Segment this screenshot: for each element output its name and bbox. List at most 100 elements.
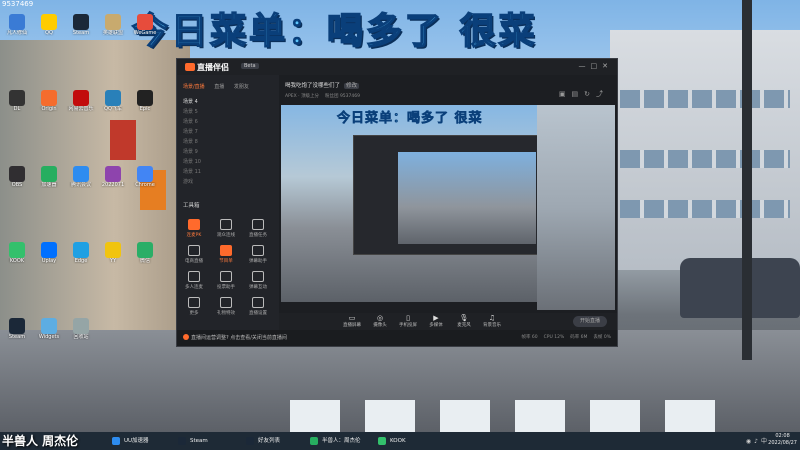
desktop-icon-label: Uplay: [41, 258, 57, 264]
toolbox-item[interactable]: 礼物特效: [213, 297, 239, 316]
start-live-button[interactable]: 开始直播: [573, 316, 607, 327]
desktop-icon[interactable]: QQ: [34, 14, 64, 36]
tool-label: 节目单: [219, 259, 233, 264]
tab-live[interactable]: 直播: [214, 84, 224, 90]
windows-taskbar: UU加速器 Steam 好友列表 半兽人：周杰伦 KOOK ◉♪中 02:08 2022/…: [0, 432, 800, 450]
toolbox-item[interactable]: 更多: [181, 297, 207, 316]
desktop-icon[interactable]: 英雄联盟: [98, 14, 128, 36]
desktop-icon[interactable]: Origin: [34, 90, 64, 112]
room-category[interactable]: APEX · 顶级上分: [285, 94, 319, 99]
desktop-icon-label: 网易云音乐: [68, 106, 94, 112]
wallpaper-crosswalk: [665, 400, 715, 432]
tab-share[interactable]: 发朋友: [234, 84, 249, 90]
desktop-icon[interactable]: Steam: [2, 318, 32, 340]
desktop-icon[interactable]: KOOK: [2, 242, 32, 264]
desktop-icon[interactable]: 微信: [130, 242, 160, 264]
desktop-icon[interactable]: Uplay: [34, 242, 64, 264]
scene-item[interactable]: 场景 6: [183, 117, 273, 127]
desktop-icon-label: KOOK: [9, 258, 25, 264]
desktop-icon[interactable]: DL: [2, 90, 32, 112]
taskbar-app[interactable]: 半兽人：周杰伦: [310, 435, 361, 447]
app-name: 直播伴侣: [197, 63, 229, 72]
desktop-icon[interactable]: WeGame: [130, 14, 160, 36]
toolbox-item[interactable]: 弹幕助手: [245, 245, 271, 264]
desktop-icon-label: WeGame: [133, 30, 157, 36]
desktop-icon-label: Edge: [74, 258, 88, 264]
tool-label: 观众连线: [217, 233, 235, 238]
desktop-icon-label: Chrome: [135, 182, 155, 188]
network-icon[interactable]: ◉: [746, 438, 754, 445]
desktop-icon[interactable]: QQ飞车: [98, 90, 128, 112]
app-sidebar: 场景/直播 直播 发朋友 场景 4 场景 5 场景 6 场景 7 场景 8 场景 9 场景 …: [177, 75, 279, 330]
tool-icon: [220, 297, 232, 308]
toolbox-item[interactable]: 弹幕互动: [245, 271, 271, 290]
desktop-icon[interactable]: Chrome: [130, 166, 160, 188]
share-icon[interactable]: ⤴: [596, 90, 609, 98]
layout-icon[interactable]: ▣: [559, 90, 572, 98]
taskbar-app[interactable]: 好友列表: [246, 435, 280, 447]
desktop-icon[interactable]: Epic: [130, 90, 160, 112]
lock-icon[interactable]: ▤: [572, 90, 585, 98]
desktop-icon[interactable]: 加速器: [34, 166, 64, 188]
desktop-icon[interactable]: YY: [98, 242, 128, 264]
toolbox-item[interactable]: 节目单: [213, 245, 239, 264]
source-control[interactable]: ◎ 摄像头: [367, 314, 393, 328]
scene-item[interactable]: 游戏: [183, 177, 273, 187]
taskbar-app[interactable]: KOOK: [378, 435, 406, 447]
taskbar-app[interactable]: Steam: [178, 435, 208, 447]
taskbar-clock[interactable]: 02:08 2022/08/27: [768, 433, 797, 447]
source-control[interactable]: ♫ 背景音乐: [479, 314, 505, 328]
preview-overlay-title: 今日菜单：喝多了 很菜: [337, 111, 483, 127]
maximize-icon[interactable]: □: [591, 62, 603, 70]
volume-icon[interactable]: ♪: [754, 438, 761, 445]
source-control[interactable]: ▶ 多媒体: [423, 314, 449, 328]
scene-item[interactable]: 场景 9: [183, 147, 273, 157]
toolbox-item[interactable]: 直播设置: [245, 297, 271, 316]
scene-item[interactable]: 场景 7: [183, 127, 273, 137]
clock-time: 02:08: [775, 433, 790, 439]
toolbox-item[interactable]: 投票助手: [213, 271, 239, 290]
taskbar-app-label: UU加速器: [124, 438, 149, 444]
wallpaper-car: [680, 258, 800, 318]
toolbox-item[interactable]: 电商直播: [181, 245, 207, 264]
desktop-icon[interactable]: 2022071: [98, 166, 128, 188]
desktop-icon[interactable]: Steam: [66, 14, 96, 36]
tool-icon: [220, 219, 232, 230]
app-status-bar: 直播间运营调整? 点击查看/关闭当前直播间 帧率 60 CPU 12% 码率 6M 丢…: [177, 330, 617, 346]
source-control[interactable]: ▯ 手机投屏: [395, 314, 421, 328]
wallpaper-windows: [620, 200, 790, 218]
scene-item[interactable]: 场景 5: [183, 107, 273, 117]
desktop-icon[interactable]: OBS: [2, 166, 32, 188]
control-icon: ▶: [433, 314, 439, 322]
tab-scenes[interactable]: 场景/直播: [183, 84, 205, 90]
refresh-icon[interactable]: ↻: [584, 90, 596, 98]
scene-item[interactable]: 场景 10: [183, 157, 273, 167]
tool-label: 礼物特效: [217, 311, 235, 316]
scene-item[interactable]: 场景 11: [183, 167, 273, 177]
desktop-icon[interactable]: 凡人修仙: [2, 14, 32, 36]
edit-title-button[interactable]: 修改: [344, 83, 360, 89]
toolbox-item[interactable]: 连麦PK: [181, 219, 207, 238]
minimize-icon[interactable]: —: [579, 62, 591, 70]
app-icon: [105, 166, 121, 182]
app-logo-icon: [185, 63, 195, 71]
app-title-bar[interactable]: 直播伴侣 Beta —□✕: [177, 59, 617, 75]
tool-icon: [252, 297, 264, 308]
toolbox-item[interactable]: 直播任务: [245, 219, 271, 238]
desktop-icon[interactable]: Edge: [66, 242, 96, 264]
desktop-icon[interactable]: 回收站: [66, 318, 96, 340]
toolbox-item[interactable]: 观众连线: [213, 219, 239, 238]
desktop-icon-label: QQ: [45, 30, 53, 36]
close-icon[interactable]: ✕: [602, 62, 613, 70]
scene-item[interactable]: 场景 4: [183, 97, 273, 107]
desktop-icon[interactable]: Widgets: [34, 318, 64, 340]
notice-banner[interactable]: 直播间运营调整? 点击查看/关闭当前直播间: [183, 334, 287, 341]
desktop-icon[interactable]: 腾讯会议: [66, 166, 96, 188]
scene-item[interactable]: 场景 8: [183, 137, 273, 147]
toolbox-item[interactable]: 多人连麦: [181, 271, 207, 290]
stream-preview[interactable]: 今日菜单：喝多了 很菜: [281, 105, 537, 310]
taskbar-app[interactable]: UU加速器: [112, 435, 149, 447]
source-control[interactable]: ▭ 直播屏幕: [339, 314, 365, 328]
desktop-icon[interactable]: 网易云音乐: [66, 90, 96, 112]
source-control[interactable]: 🎙 麦克风: [451, 314, 477, 328]
